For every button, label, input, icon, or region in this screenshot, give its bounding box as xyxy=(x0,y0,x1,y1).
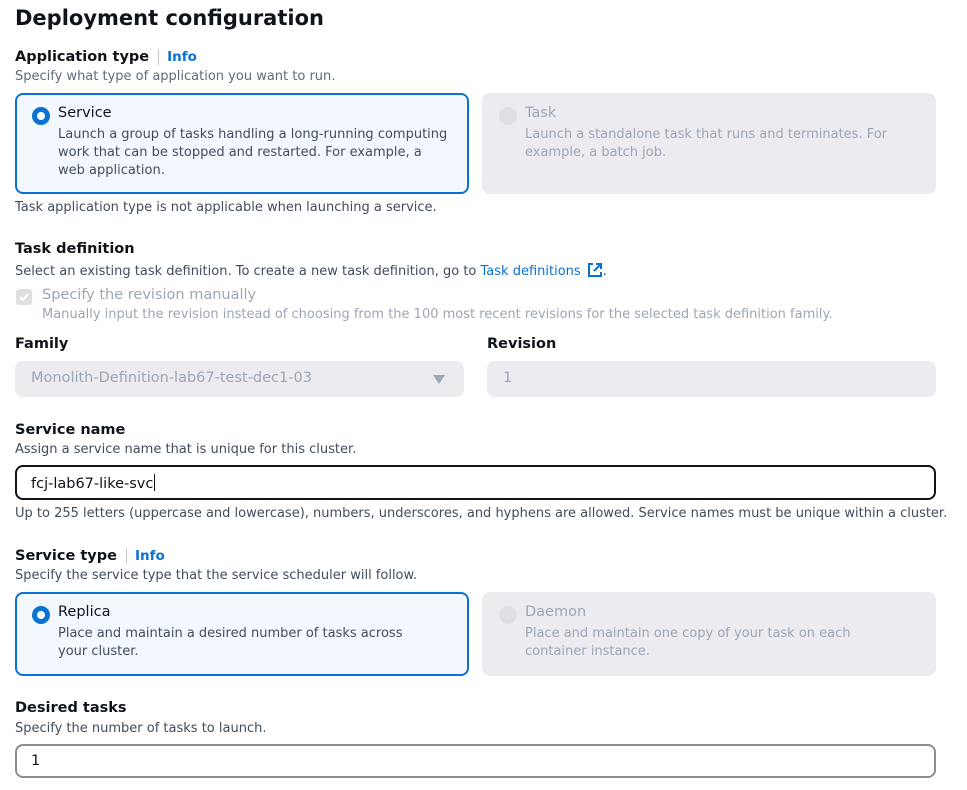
application-type-description: Specify what type of application you wan… xyxy=(15,69,336,84)
specify-revision-label: Specify the revision manually xyxy=(42,287,257,303)
family-select: Monolith-Definition-lab67-test-dec1-03 xyxy=(15,361,464,397)
application-type-note: Task application type is not applicable … xyxy=(15,200,437,215)
task-definition-description-text: Select an existing task definition. To c… xyxy=(15,264,481,279)
family-value: Monolith-Definition-lab67-test-dec1-03 xyxy=(31,370,312,386)
service-name-value: fcj-lab67-like-svc xyxy=(31,476,154,492)
desired-tasks-value: 1 xyxy=(31,753,41,769)
caret-down-icon xyxy=(433,375,445,384)
service-type-info-link[interactable]: Info xyxy=(135,548,165,564)
option-description: Launch a standalone task that runs and t… xyxy=(525,127,888,160)
page-title: Deployment configuration xyxy=(15,6,324,30)
service-type-label: Service type xyxy=(15,548,117,564)
family-label: Family xyxy=(15,336,69,352)
task-definition-description-suffix: . xyxy=(602,264,607,279)
desired-tasks-description: Specify the number of tasks to launch. xyxy=(15,721,267,736)
heading-divider xyxy=(158,49,160,65)
application-type-label: Application type xyxy=(15,49,150,65)
option-description: Launch a group of tasks handling a long-… xyxy=(58,127,448,178)
desired-tasks-input[interactable]: 1 xyxy=(15,744,936,778)
service-name-input[interactable]: fcj-lab67-like-svc xyxy=(15,465,936,500)
radio-selected-icon[interactable] xyxy=(32,606,50,624)
task-definition-label: Task definition xyxy=(15,241,135,257)
application-type-option-service[interactable]: Service Launch a group of tasks handling… xyxy=(15,93,469,194)
heading-divider xyxy=(125,548,127,564)
service-name-label: Service name xyxy=(15,422,126,438)
service-type-description: Specify the service type that the servic… xyxy=(15,568,418,583)
revision-label: Revision xyxy=(487,336,557,352)
revision-input: 1 xyxy=(487,361,936,397)
radio-selected-icon[interactable] xyxy=(32,107,50,125)
option-title: Service xyxy=(58,105,112,121)
external-link-icon[interactable] xyxy=(587,262,603,282)
checkmark-icon xyxy=(19,293,29,302)
service-type-option-daemon: Daemon Place and maintain one copy of yo… xyxy=(482,592,936,676)
service-name-constraint: Up to 255 letters (uppercase and lowerca… xyxy=(15,506,948,521)
application-type-heading: Application type Info xyxy=(15,49,197,65)
service-type-option-replica[interactable]: Replica Place and maintain a desired num… xyxy=(15,592,469,676)
application-type-option-task: Task Launch a standalone task that runs … xyxy=(482,93,936,194)
service-type-heading: Service type Info xyxy=(15,548,165,564)
task-definition-description: Select an existing task definition. To c… xyxy=(15,262,607,282)
revision-value: 1 xyxy=(503,370,513,386)
option-title: Task xyxy=(525,105,557,121)
specify-revision-description: Manually input the revision instead of c… xyxy=(42,307,833,322)
option-description: Place and maintain a desired number of t… xyxy=(58,626,403,659)
option-title: Daemon xyxy=(525,604,587,620)
radio-disabled-icon xyxy=(499,606,517,624)
option-description: Place and maintain one copy of your task… xyxy=(525,626,851,659)
radio-disabled-icon xyxy=(499,107,517,125)
specify-revision-checkbox xyxy=(16,289,32,305)
application-type-info-link[interactable]: Info xyxy=(167,49,197,65)
task-definitions-link[interactable]: Task definitions xyxy=(481,264,581,279)
option-title: Replica xyxy=(58,604,111,620)
service-name-description: Assign a service name that is unique for… xyxy=(15,442,357,457)
desired-tasks-label: Desired tasks xyxy=(15,700,127,716)
text-cursor xyxy=(154,474,156,491)
